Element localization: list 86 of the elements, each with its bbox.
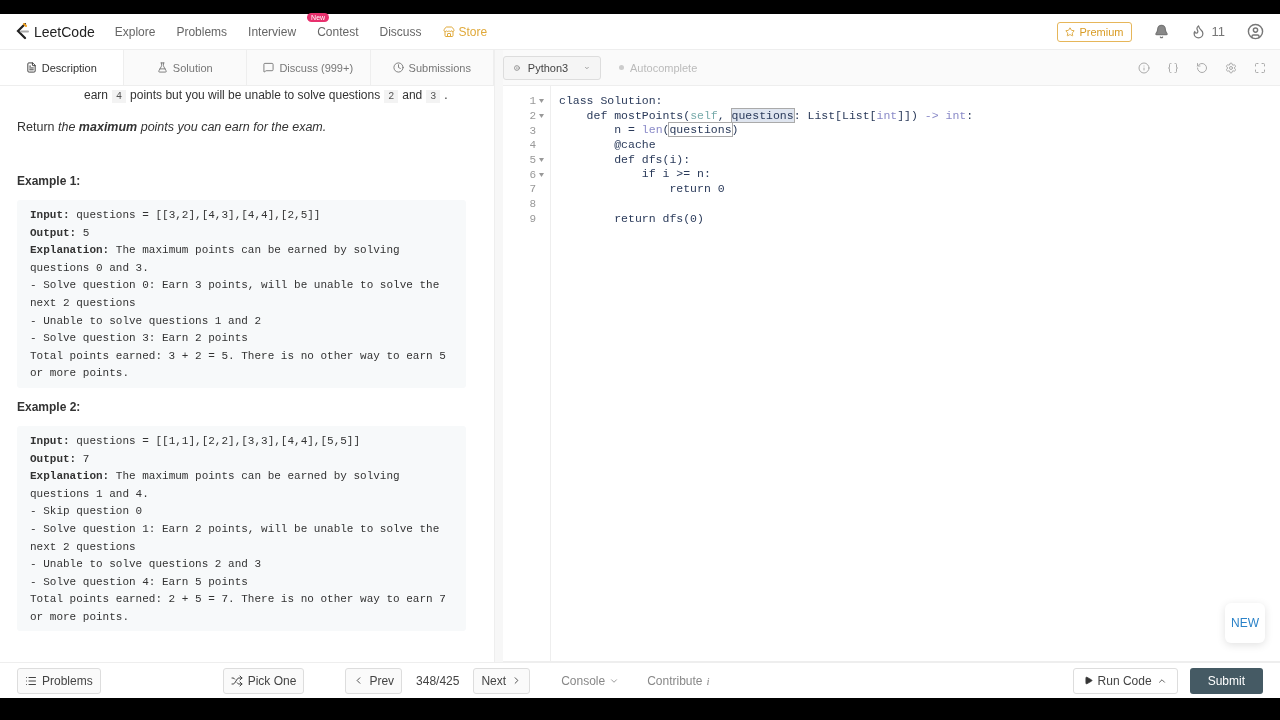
example-line: or more points. bbox=[30, 609, 131, 625]
line-number: 9 bbox=[528, 211, 537, 227]
example-line: questions 1 and 4. bbox=[30, 486, 150, 502]
nav-link[interactable]: Contest bbox=[317, 24, 359, 39]
line-number: 2 bbox=[503, 108, 550, 124]
submit-button[interactable]: Submit bbox=[1189, 667, 1263, 694]
nav-link[interactable]: Explore bbox=[114, 24, 156, 39]
braces-icon[interactable] bbox=[1167, 61, 1179, 74]
example-line: or more points. bbox=[30, 366, 131, 382]
example-line: Output: 7 bbox=[30, 451, 91, 467]
example-line: Output: 5 bbox=[30, 225, 91, 241]
line-number: 6 bbox=[503, 167, 550, 183]
language-select[interactable]: Python3 bbox=[503, 55, 601, 80]
code-line: @cache bbox=[613, 138, 657, 153]
notifications-button[interactable] bbox=[1153, 24, 1169, 39]
description-text: Return the maximum points you can earn for the exam. bbox=[17, 119, 328, 136]
run-code-button[interactable]: Run Code bbox=[1072, 667, 1178, 694]
new-button[interactable]: NEW bbox=[1225, 603, 1265, 643]
fullscreen-icon[interactable] bbox=[1254, 61, 1266, 74]
contribute-link[interactable]: Contribute i bbox=[641, 672, 716, 689]
code-line: if i >= n: bbox=[640, 167, 712, 183]
avatar-button[interactable] bbox=[1247, 23, 1264, 40]
example-line: Explanation: The maximum points can be earned by solving bbox=[30, 243, 401, 259]
nav-link[interactable]: Interview bbox=[248, 24, 297, 39]
tab[interactable]: Description bbox=[0, 50, 124, 85]
problem-counter: 348/425 bbox=[416, 673, 460, 688]
flame-icon bbox=[1190, 24, 1206, 39]
code-line: def mostPoints(self, questions: List[List[int]]) -> int: bbox=[585, 108, 974, 124]
example-line: Input: questions = [[1,1],[2,2],[3,3],[4,4],[5,5]] bbox=[30, 433, 362, 449]
play-icon bbox=[1083, 676, 1093, 685]
reset-icon[interactable] bbox=[1196, 61, 1208, 74]
example-title: Example 1: bbox=[17, 174, 82, 188]
star-icon bbox=[1065, 26, 1076, 37]
code-line: n = len(questions) bbox=[613, 123, 740, 139]
code-line: def dfs(i): bbox=[613, 152, 692, 168]
example-title: Example 2: bbox=[17, 399, 82, 414]
document-icon bbox=[25, 62, 37, 73]
example-line: next 2 questions bbox=[30, 539, 137, 555]
line-number: 8 bbox=[528, 197, 537, 212]
problems-button[interactable]: Problems bbox=[17, 667, 101, 694]
avatar-icon bbox=[1247, 23, 1264, 40]
example-line: - Unable to solve questions 1 and 2 bbox=[30, 313, 263, 329]
store-icon bbox=[442, 25, 455, 38]
example-line: Input: questions = [[3,2],[4,3],[4,4],[2,5]] bbox=[30, 208, 322, 223]
fold-arrow-icon[interactable] bbox=[539, 158, 544, 163]
console-button[interactable]: Console bbox=[555, 672, 626, 689]
line-number: 7 bbox=[528, 182, 537, 197]
example-line: questions 0 and 3. bbox=[30, 260, 150, 276]
code-line: return dfs(0) bbox=[613, 211, 705, 227]
example-line: Explanation: The maximum points can be earned by solving bbox=[30, 469, 401, 485]
next-button[interactable]: Next bbox=[473, 667, 531, 694]
line-number: 5 bbox=[503, 152, 550, 168]
example-line: next 2 questions bbox=[30, 295, 137, 311]
line-number: 4 bbox=[528, 138, 537, 153]
pick-one-button[interactable]: Pick One bbox=[222, 667, 305, 694]
example-line: - Solve question 3: Earn 2 points bbox=[30, 331, 249, 347]
nav-link[interactable]: Problems bbox=[176, 24, 228, 39]
fold-arrow-icon[interactable] bbox=[539, 172, 544, 177]
info-icon[interactable] bbox=[1138, 61, 1150, 74]
example-line: Total points earned: 3 + 2 = 5. There is no other way to earn 5 bbox=[30, 348, 447, 364]
fold-arrow-icon[interactable] bbox=[539, 99, 544, 104]
description-text: earn 4 points but you will be unable to solve questions 2 and 3 . bbox=[84, 87, 449, 105]
line-number: 3 bbox=[528, 123, 537, 139]
fold-arrow-icon[interactable] bbox=[539, 114, 544, 119]
code-line: class Solution: bbox=[559, 94, 664, 109]
example-line: - Unable to solve questions 2 and 3 bbox=[30, 557, 263, 573]
settings-icon[interactable] bbox=[1225, 61, 1237, 74]
prev-button[interactable]: Prev bbox=[345, 667, 403, 694]
example-line: - Solve question 4: Earn 5 points bbox=[30, 574, 249, 590]
example-line: Total points earned: 2 + 5 = 7. There is no other way to earn 7 bbox=[30, 592, 447, 608]
flask-icon bbox=[156, 62, 168, 73]
streak-button[interactable]: 11 bbox=[1190, 24, 1225, 39]
bell-icon bbox=[1153, 24, 1169, 39]
nav-link[interactable]: Discuss bbox=[379, 24, 422, 39]
example-line: - Solve question 1: Earn 2 points, will be unable to solve the bbox=[30, 521, 441, 537]
chat-icon bbox=[263, 62, 275, 73]
list-icon bbox=[25, 674, 37, 687]
example-line: - Skip question 0 bbox=[30, 504, 144, 520]
line-number: 1 bbox=[503, 94, 550, 109]
code-line: return 0 bbox=[668, 182, 726, 197]
logo-text[interactable]: LeetCode bbox=[34, 23, 95, 40]
clock-icon bbox=[392, 62, 404, 73]
shuffle-icon bbox=[230, 674, 243, 687]
info-icon bbox=[514, 62, 520, 73]
example-line: - Solve question 0: Earn 3 points, will be unable to solve the bbox=[30, 278, 441, 294]
logo-icon bbox=[16, 23, 30, 40]
